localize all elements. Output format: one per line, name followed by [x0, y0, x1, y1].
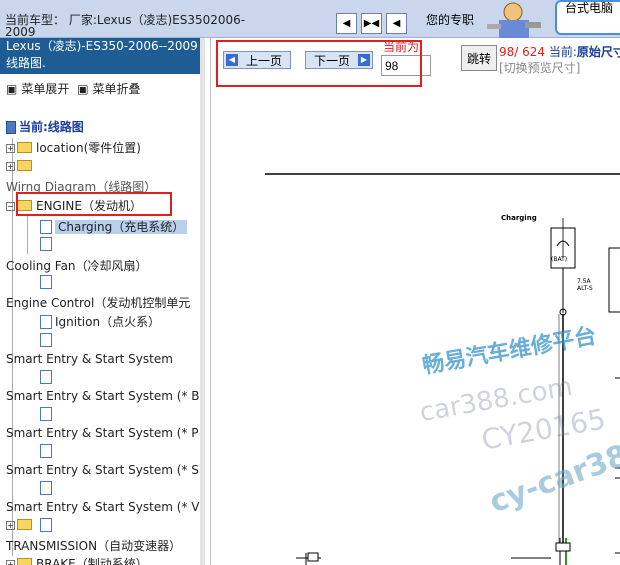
top-bar: 当前车型： 厂家:Lexus（凌志)ES3502006- 2009 ◀ ▶◀ ◀… [0, 0, 620, 39]
sidebar: Lexus（凌志)-ES350-2006--2009线路图. ▣ 菜单展开 ▣ 菜单… [0, 38, 205, 565]
document-icon [40, 315, 52, 329]
tree-item-transmission[interactable]: TRANSMISSION（自动变速器） [6, 537, 181, 554]
tree-item-cooling-fan[interactable]: Cooling Fan（冷却风扇） [6, 257, 148, 274]
tree-item-doc[interactable] [40, 518, 55, 532]
collapse-left-button[interactable]: ◀ [336, 13, 357, 34]
view-buttons: ◀ ▶◀ ◀ [336, 13, 407, 34]
document-icon [40, 370, 52, 384]
expand-all-link[interactable]: 菜单展开 [21, 82, 69, 96]
tree-item-doc[interactable] [40, 444, 55, 458]
document-icon [40, 237, 52, 251]
page-count: 98/ 624 当前:原始尺寸 [499, 45, 620, 59]
expand-plus-icon[interactable]: + [6, 521, 15, 530]
collapse-icon: ▣ [77, 82, 89, 96]
jump-button[interactable]: 跳转 [461, 45, 497, 71]
current-node: 当前:线路图 [6, 118, 84, 135]
tree-item-engine-control[interactable]: Engine Control（发动机控制单元 [6, 294, 190, 311]
expand-icon: ▣ [6, 82, 18, 96]
document-icon [40, 444, 52, 458]
tree-item-smart-entry[interactable]: Smart Entry & Start System [6, 352, 173, 366]
diagram-viewport[interactable]: Charging (BAT) 7.5A ALT-S 畅易汽车维修平台 car38… [211, 88, 620, 565]
car-type-label: 当前车型： 厂家:Lexus（凌志)ES3502006- [5, 13, 246, 27]
fuse-label: 7.5A ALT-S [577, 278, 593, 292]
tree-item-charging[interactable]: Charging（充电系统） [40, 218, 188, 235]
ad-banner[interactable]: 台式电脑 [555, 0, 620, 35]
pro-label: 您的专职 [426, 13, 475, 27]
bat-label: (BAT) [551, 256, 568, 263]
tree-item-doc[interactable] [40, 275, 55, 289]
tree-item-doc[interactable] [40, 481, 55, 495]
document-icon [40, 407, 52, 421]
tree-item-doc[interactable] [40, 407, 55, 421]
tree-item-smart-entry-b[interactable]: Smart Entry & Start System (* B [6, 389, 199, 403]
pager-toolbar: ◀ 上一页 下一页 ▶ 当前为 跳转 98/ 624 当前:原始尺寸 [切换预览… [211, 38, 620, 88]
diagram-title: Charging [501, 214, 537, 222]
collapse-all-link[interactable]: 菜单折叠 [93, 82, 141, 96]
mechanic-icon [487, 2, 541, 38]
tree-item-folder[interactable]: + [6, 518, 36, 532]
tree-item-ignition[interactable]: Ignition（点火系） [40, 313, 160, 330]
folder-icon [17, 558, 32, 565]
collapse-right-button[interactable]: ◀ [386, 13, 407, 34]
document-icon [40, 333, 52, 347]
sidebar-header: Lexus（凌志)-ES350-2006--2009线路图. [0, 38, 200, 74]
sidebar-scrollbar[interactable] [200, 38, 205, 565]
split-view-button[interactable]: ▶◀ [361, 13, 382, 34]
tree-item-brake[interactable]: + BRAKE（制动系统） [6, 555, 148, 565]
main-panel: ◀ 上一页 下一页 ▶ 当前为 跳转 98/ 624 当前:原始尺寸 [切换预览… [210, 38, 620, 565]
book-icon [6, 121, 16, 134]
expand-plus-icon[interactable]: + [6, 560, 15, 565]
expand-plus-icon[interactable]: + [6, 144, 15, 153]
expand-plus-icon[interactable]: + [6, 162, 15, 171]
tree-item-smart-entry-s[interactable]: Smart Entry & Start System (* S [6, 463, 199, 477]
tree-item-folder[interactable]: + [6, 159, 36, 173]
document-icon [40, 481, 52, 495]
current-node-label: 当前:线路图 [19, 120, 84, 134]
folder-icon [17, 519, 32, 530]
tree-item-doc[interactable] [40, 370, 55, 384]
document-icon [40, 518, 52, 532]
highlight-box [216, 40, 422, 87]
switch-preview-size-link[interactable]: [切换预览尺寸] [499, 59, 580, 76]
tree-item-smart-entry-p[interactable]: Smart Entry & Start System (* P [6, 426, 198, 440]
highlight-box [16, 192, 172, 216]
tree-item-doc[interactable] [40, 237, 55, 251]
folder-icon [17, 142, 32, 153]
tree-line [27, 214, 28, 254]
tree-item-smart-entry-v[interactable]: Smart Entry & Start System (* V [6, 500, 199, 514]
document-icon [40, 220, 52, 234]
tree-item-location[interactable]: + location(零件位置) [6, 139, 141, 156]
menu-toggle-row: ▣ 菜单展开 ▣ 菜单折叠 [6, 80, 145, 97]
collapse-minus-icon[interactable]: − [6, 202, 15, 211]
tree-item-doc[interactable] [40, 333, 55, 347]
car-type-years: 2009 [5, 25, 36, 39]
document-icon [40, 275, 52, 289]
folder-icon [17, 160, 32, 171]
